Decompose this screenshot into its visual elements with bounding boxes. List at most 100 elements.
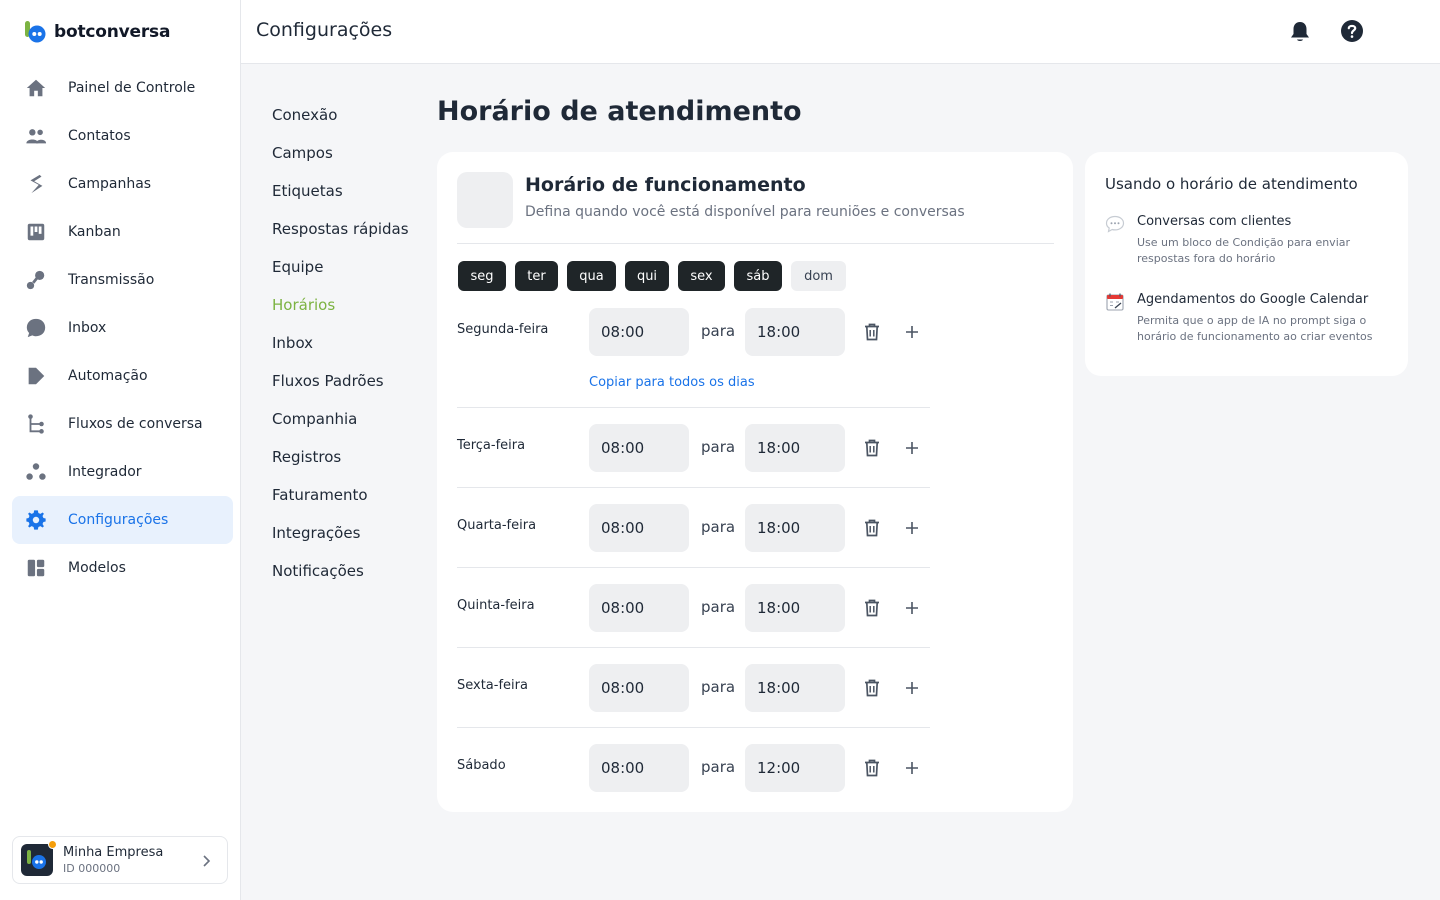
sidebar-item-label: Fluxos de conversa	[68, 416, 203, 432]
day-chip-ter[interactable]: ter	[515, 261, 558, 291]
settings-menu: Conexão Campos Etiquetas Respostas rápid…	[272, 96, 409, 590]
day-name: Sexta-feira	[457, 678, 528, 693]
divider	[457, 243, 1054, 244]
trash-icon[interactable]	[861, 757, 883, 779]
trash-icon[interactable]	[861, 321, 883, 343]
sidebar-item-automacao[interactable]: Automação	[12, 352, 233, 400]
sidebar-item-fluxos-de-conversa[interactable]: Fluxos de conversa	[12, 400, 233, 448]
start-time-input[interactable]: 08:00	[589, 584, 689, 632]
calendar-icon	[1105, 292, 1125, 312]
sidebar-item-label: Inbox	[68, 320, 107, 336]
divider	[457, 727, 930, 728]
separator-label: para	[701, 322, 736, 340]
info-item-description: Use um bloco de Condição para enviar res…	[1137, 236, 1351, 265]
plus-icon[interactable]	[901, 677, 923, 699]
plus-icon[interactable]	[901, 517, 923, 539]
sidebar-item-inbox[interactable]: Inbox	[12, 304, 233, 352]
sidebar-item-kanban[interactable]: Kanban	[12, 208, 233, 256]
sidebar-item-configuracoes[interactable]: Configurações	[12, 496, 233, 544]
flow-icon	[24, 412, 48, 436]
separator-label: para	[701, 438, 736, 456]
day-row: Terça-feira 08:00 para 18:00	[457, 424, 930, 488]
logo-icon	[24, 20, 48, 44]
start-time-input[interactable]: 08:00	[589, 664, 689, 712]
start-time-input[interactable]: 08:00	[589, 308, 689, 356]
company-switcher[interactable]: Minha Empresa ID 000000	[12, 836, 228, 884]
end-time-input[interactable]: 18:00	[745, 664, 845, 712]
day-chip-dom[interactable]: dom	[791, 261, 846, 291]
day-name: Quinta-feira	[457, 598, 535, 613]
settings-menu-item-horarios[interactable]: Horários	[272, 286, 409, 324]
settings-menu-item-faturamento[interactable]: Faturamento	[272, 476, 409, 514]
info-item-description: Permita que o app de IA no prompt siga o…	[1137, 314, 1373, 343]
sidebar-item-label: Transmissão	[68, 272, 155, 288]
day-chip-sex[interactable]: sex	[678, 261, 725, 291]
sidebar-item-integrador[interactable]: Integrador	[12, 448, 233, 496]
help-icon[interactable]	[1340, 19, 1364, 47]
info-card: Usando o horário de atendimento Conversa…	[1085, 152, 1408, 376]
chevron-right-icon	[199, 853, 213, 872]
top-bar: Configurações	[241, 0, 1440, 64]
start-time-input[interactable]: 08:00	[589, 504, 689, 552]
settings-menu-item-campos[interactable]: Campos	[272, 134, 409, 172]
settings-menu-item-respostas-rapidas[interactable]: Respostas rápidas	[272, 210, 409, 248]
end-time-input[interactable]: 18:00	[745, 424, 845, 472]
info-item: Conversas com clientes Use um bloco de C…	[1105, 214, 1395, 270]
end-time-input[interactable]: 18:00	[745, 504, 845, 552]
status-dot	[48, 840, 57, 849]
sidebar-item-painel-de-controle[interactable]: Painel de Controle	[12, 64, 233, 112]
day-chip-qui[interactable]: qui	[625, 261, 669, 291]
day-chip-seg[interactable]: seg	[458, 261, 506, 291]
broadcast-icon	[24, 268, 48, 292]
trash-icon[interactable]	[861, 437, 883, 459]
sidebar-item-transmissao[interactable]: Transmissão	[12, 256, 233, 304]
settings-menu-item-equipe[interactable]: Equipe	[272, 248, 409, 286]
trash-icon[interactable]	[861, 677, 883, 699]
card-title: Horário de funcionamento	[525, 174, 806, 196]
settings-menu-item-conexao[interactable]: Conexão	[272, 96, 409, 134]
sidebar-item-label: Configurações	[68, 512, 169, 528]
separator-label: para	[701, 758, 736, 776]
plus-icon[interactable]	[901, 321, 923, 343]
copy-to-all-days-link[interactable]: Copiar para todos os dias	[589, 375, 755, 390]
brand-logo[interactable]: botconversa	[24, 20, 170, 44]
kanban-icon	[24, 220, 48, 244]
divider	[457, 567, 930, 568]
trash-icon[interactable]	[861, 517, 883, 539]
sidebar: botconversa Painel de Controle Contatos …	[0, 0, 241, 900]
sidebar-item-campanhas[interactable]: Campanhas	[12, 160, 233, 208]
gear-icon	[24, 508, 48, 532]
card-subtitle: Defina quando você está disponível para …	[525, 204, 965, 220]
settings-menu-item-integracoes[interactable]: Integrações	[272, 514, 409, 552]
sidebar-item-label: Contatos	[68, 128, 131, 144]
day-chip-qua[interactable]: qua	[567, 261, 616, 291]
plus-icon[interactable]	[901, 437, 923, 459]
sidebar-item-label: Kanban	[68, 224, 121, 240]
plus-icon[interactable]	[901, 757, 923, 779]
start-time-input[interactable]: 08:00	[589, 744, 689, 792]
settings-menu-item-companhia[interactable]: Companhia	[272, 400, 409, 438]
settings-menu-item-etiquetas[interactable]: Etiquetas	[272, 172, 409, 210]
info-item: Agendamentos do Google Calendar Permita …	[1105, 292, 1395, 348]
end-time-input[interactable]: 18:00	[745, 584, 845, 632]
end-time-input[interactable]: 12:00	[745, 744, 845, 792]
sidebar-item-label: Modelos	[68, 560, 126, 576]
sidebar-nav: Painel de Controle Contatos Campanhas Ka…	[12, 64, 233, 592]
trash-icon[interactable]	[861, 597, 883, 619]
settings-menu-item-notificacoes[interactable]: Notificações	[272, 552, 409, 590]
plus-icon[interactable]	[901, 597, 923, 619]
speech-bubble-icon	[1105, 214, 1125, 234]
sidebar-item-modelos[interactable]: Modelos	[12, 544, 233, 592]
day-name: Sábado	[457, 758, 506, 773]
bell-icon[interactable]	[1289, 20, 1311, 48]
settings-menu-item-inbox[interactable]: Inbox	[272, 324, 409, 362]
day-row: Segunda-feira 08:00 para 18:00 Copiar pa…	[457, 308, 930, 408]
brand-name: botconversa	[54, 22, 171, 42]
page-header-title: Configurações	[256, 19, 393, 41]
start-time-input[interactable]: 08:00	[589, 424, 689, 472]
settings-menu-item-registros[interactable]: Registros	[272, 438, 409, 476]
sidebar-item-contatos[interactable]: Contatos	[12, 112, 233, 160]
end-time-input[interactable]: 18:00	[745, 308, 845, 356]
settings-menu-item-fluxos-padroes[interactable]: Fluxos Padrões	[272, 362, 409, 400]
day-chip-sab[interactable]: sáb	[734, 261, 782, 291]
